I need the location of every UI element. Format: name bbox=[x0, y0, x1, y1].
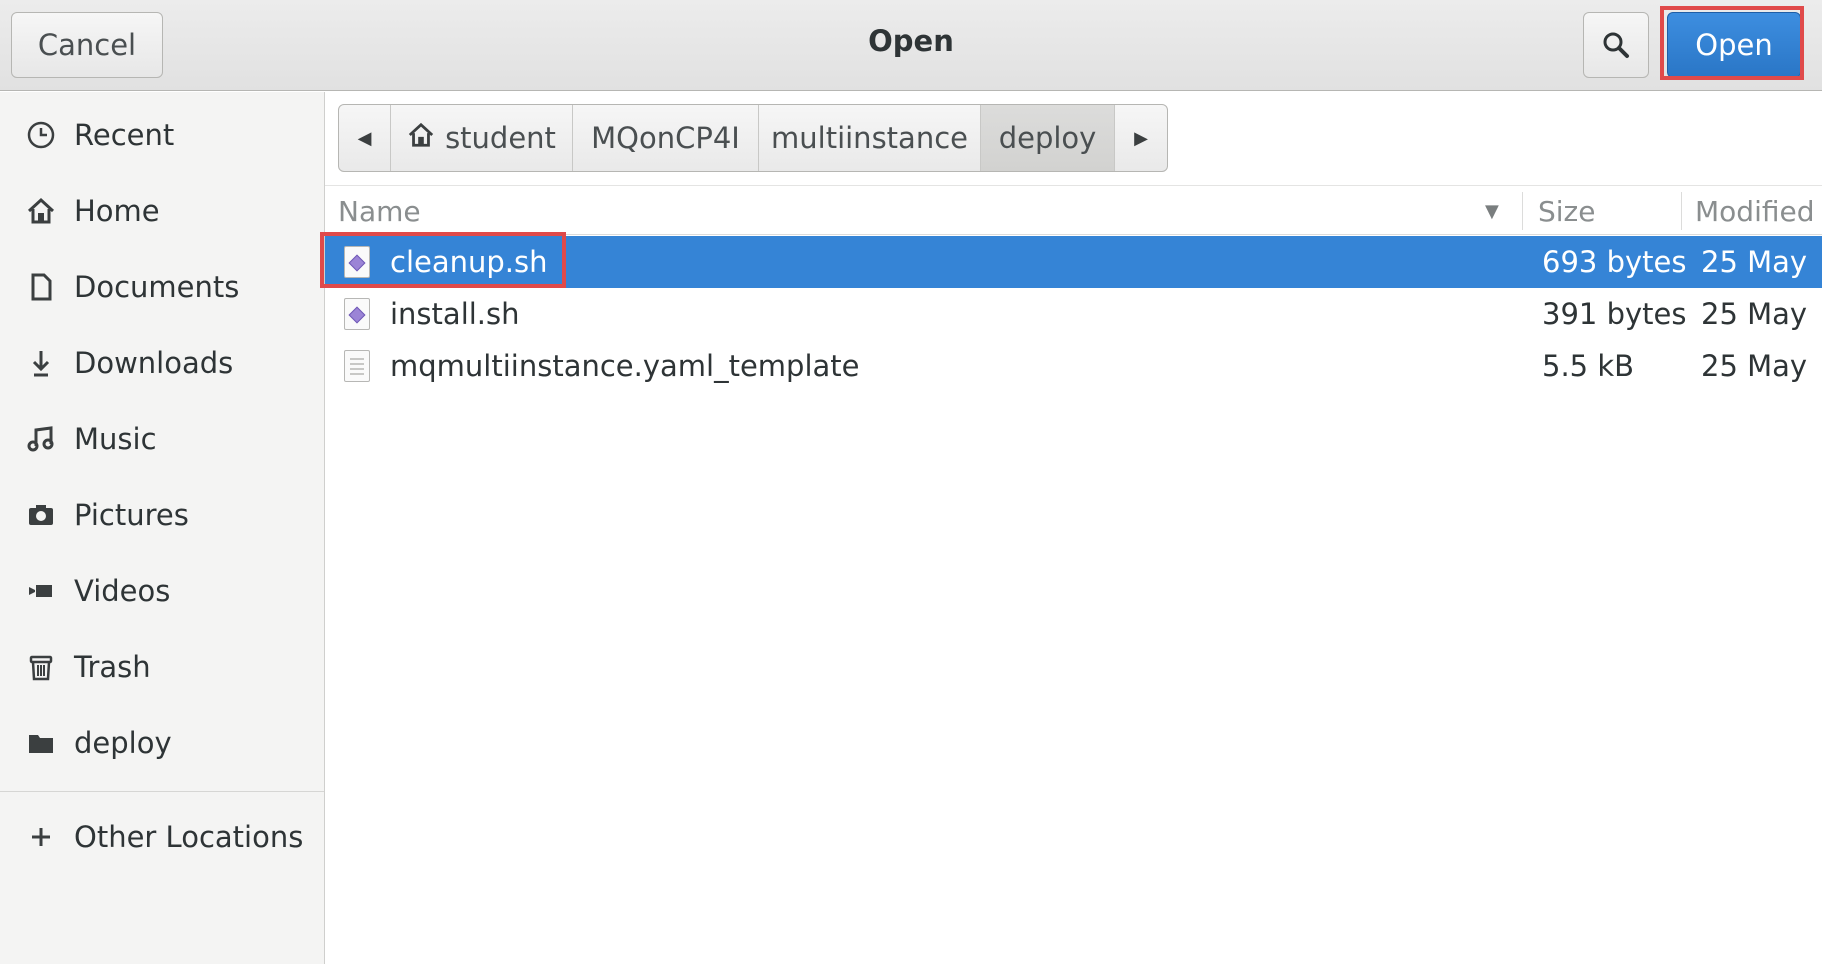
path-crumb-label: student bbox=[445, 121, 556, 155]
file-list-header: Name ▼ Size Modified bbox=[325, 185, 1822, 235]
column-separator[interactable] bbox=[1522, 192, 1523, 230]
file-size: 693 bytes bbox=[1542, 245, 1687, 279]
sidebar-item-label: Downloads bbox=[74, 346, 234, 380]
dialog-title: Open bbox=[868, 24, 954, 58]
search-button[interactable] bbox=[1583, 12, 1649, 78]
header-bar: Cancel Open Open bbox=[0, 0, 1822, 91]
path-crumb-deploy[interactable]: deploy bbox=[981, 105, 1115, 171]
path-scroll-left-button[interactable]: ◀ bbox=[339, 105, 391, 171]
file-size: 5.5 kB bbox=[1542, 349, 1635, 383]
text-file-icon bbox=[344, 350, 370, 382]
column-separator[interactable] bbox=[1681, 192, 1682, 230]
search-icon bbox=[1603, 32, 1629, 58]
file-row-install-sh[interactable]: install.sh 391 bytes 25 May bbox=[325, 288, 1822, 340]
video-icon bbox=[24, 574, 58, 608]
sidebar-item-deploy[interactable]: deploy bbox=[0, 711, 324, 775]
shell-script-icon bbox=[344, 246, 370, 278]
file-name: install.sh bbox=[390, 297, 520, 331]
sidebar-item-label: Pictures bbox=[74, 498, 189, 532]
sidebar-item-label: Videos bbox=[74, 574, 171, 608]
path-crumb-student[interactable]: student bbox=[391, 105, 573, 171]
sidebar-item-label: Documents bbox=[74, 270, 240, 304]
sidebar-item-music[interactable]: Music bbox=[0, 407, 324, 471]
column-header-label: Size bbox=[1538, 194, 1596, 228]
open-button[interactable]: Open bbox=[1667, 12, 1801, 78]
sidebar-item-other-locations[interactable]: Other Locations bbox=[0, 805, 324, 869]
file-name: mqmultiinstance.yaml_template bbox=[390, 349, 860, 383]
sidebar-item-pictures[interactable]: Pictures bbox=[0, 483, 324, 547]
sidebar-item-label: Other Locations bbox=[74, 820, 304, 854]
path-crumb-label: multiinstance bbox=[771, 121, 968, 155]
document-icon bbox=[24, 270, 58, 304]
music-icon bbox=[24, 422, 58, 456]
trash-icon bbox=[24, 650, 58, 684]
chevron-right-icon: ▶ bbox=[1134, 127, 1148, 149]
sidebar-item-label: Trash bbox=[74, 650, 151, 684]
sort-descending-icon[interactable]: ▼ bbox=[1485, 186, 1499, 236]
sidebar-item-documents[interactable]: Documents bbox=[0, 255, 324, 319]
path-scroll-right-button[interactable]: ▶ bbox=[1115, 105, 1167, 171]
column-header-label: Modified bbox=[1695, 194, 1815, 228]
file-name: cleanup.sh bbox=[390, 245, 548, 279]
sidebar-item-recent[interactable]: Recent bbox=[0, 103, 324, 167]
home-icon bbox=[407, 121, 435, 156]
sidebar-item-home[interactable]: Home bbox=[0, 179, 324, 243]
column-header-name[interactable]: Name bbox=[338, 186, 421, 236]
home-icon bbox=[24, 194, 58, 228]
file-modified: 25 May bbox=[1701, 245, 1808, 279]
clock-icon bbox=[24, 118, 58, 152]
column-header-label: Name bbox=[338, 194, 421, 228]
sidebar-item-label: Recent bbox=[74, 118, 175, 152]
file-row-cleanup-sh[interactable]: cleanup.sh 693 bytes 25 May bbox=[325, 236, 1822, 288]
camera-icon bbox=[24, 498, 58, 532]
file-size: 391 bytes bbox=[1542, 297, 1687, 331]
file-row-mqmultiinstance-yaml-template[interactable]: mqmultiinstance.yaml_template 5.5 kB 25 … bbox=[325, 340, 1822, 392]
download-icon bbox=[24, 346, 58, 380]
folder-icon bbox=[24, 726, 58, 760]
shell-script-icon bbox=[344, 298, 370, 330]
sidebar-item-label: Music bbox=[74, 422, 157, 456]
path-crumb-multiinstance[interactable]: multiinstance bbox=[759, 105, 981, 171]
places-sidebar: Recent Home Documents Downloads Music Pi… bbox=[0, 92, 325, 964]
sidebar-item-downloads[interactable]: Downloads bbox=[0, 331, 324, 395]
path-crumb-label: deploy bbox=[998, 121, 1097, 155]
sidebar-item-label: Home bbox=[74, 194, 160, 228]
sidebar-item-trash[interactable]: Trash bbox=[0, 635, 324, 699]
sidebar-item-label: deploy bbox=[74, 726, 172, 760]
path-crumb-mqoncp4i[interactable]: MQonCP4I bbox=[573, 105, 759, 171]
file-modified: 25 May bbox=[1701, 349, 1808, 383]
sidebar-divider bbox=[0, 791, 324, 792]
column-header-modified[interactable]: Modified bbox=[1695, 186, 1814, 236]
path-bar: ◀ student MQonCP4I multiinstance deploy … bbox=[338, 104, 1168, 172]
file-modified: 25 May bbox=[1701, 297, 1808, 331]
sidebar-item-videos[interactable]: Videos bbox=[0, 559, 324, 623]
chevron-left-icon: ◀ bbox=[357, 127, 372, 149]
plus-icon bbox=[24, 820, 58, 854]
path-crumb-label: MQonCP4I bbox=[591, 121, 740, 155]
column-header-size[interactable]: Size bbox=[1538, 186, 1595, 236]
